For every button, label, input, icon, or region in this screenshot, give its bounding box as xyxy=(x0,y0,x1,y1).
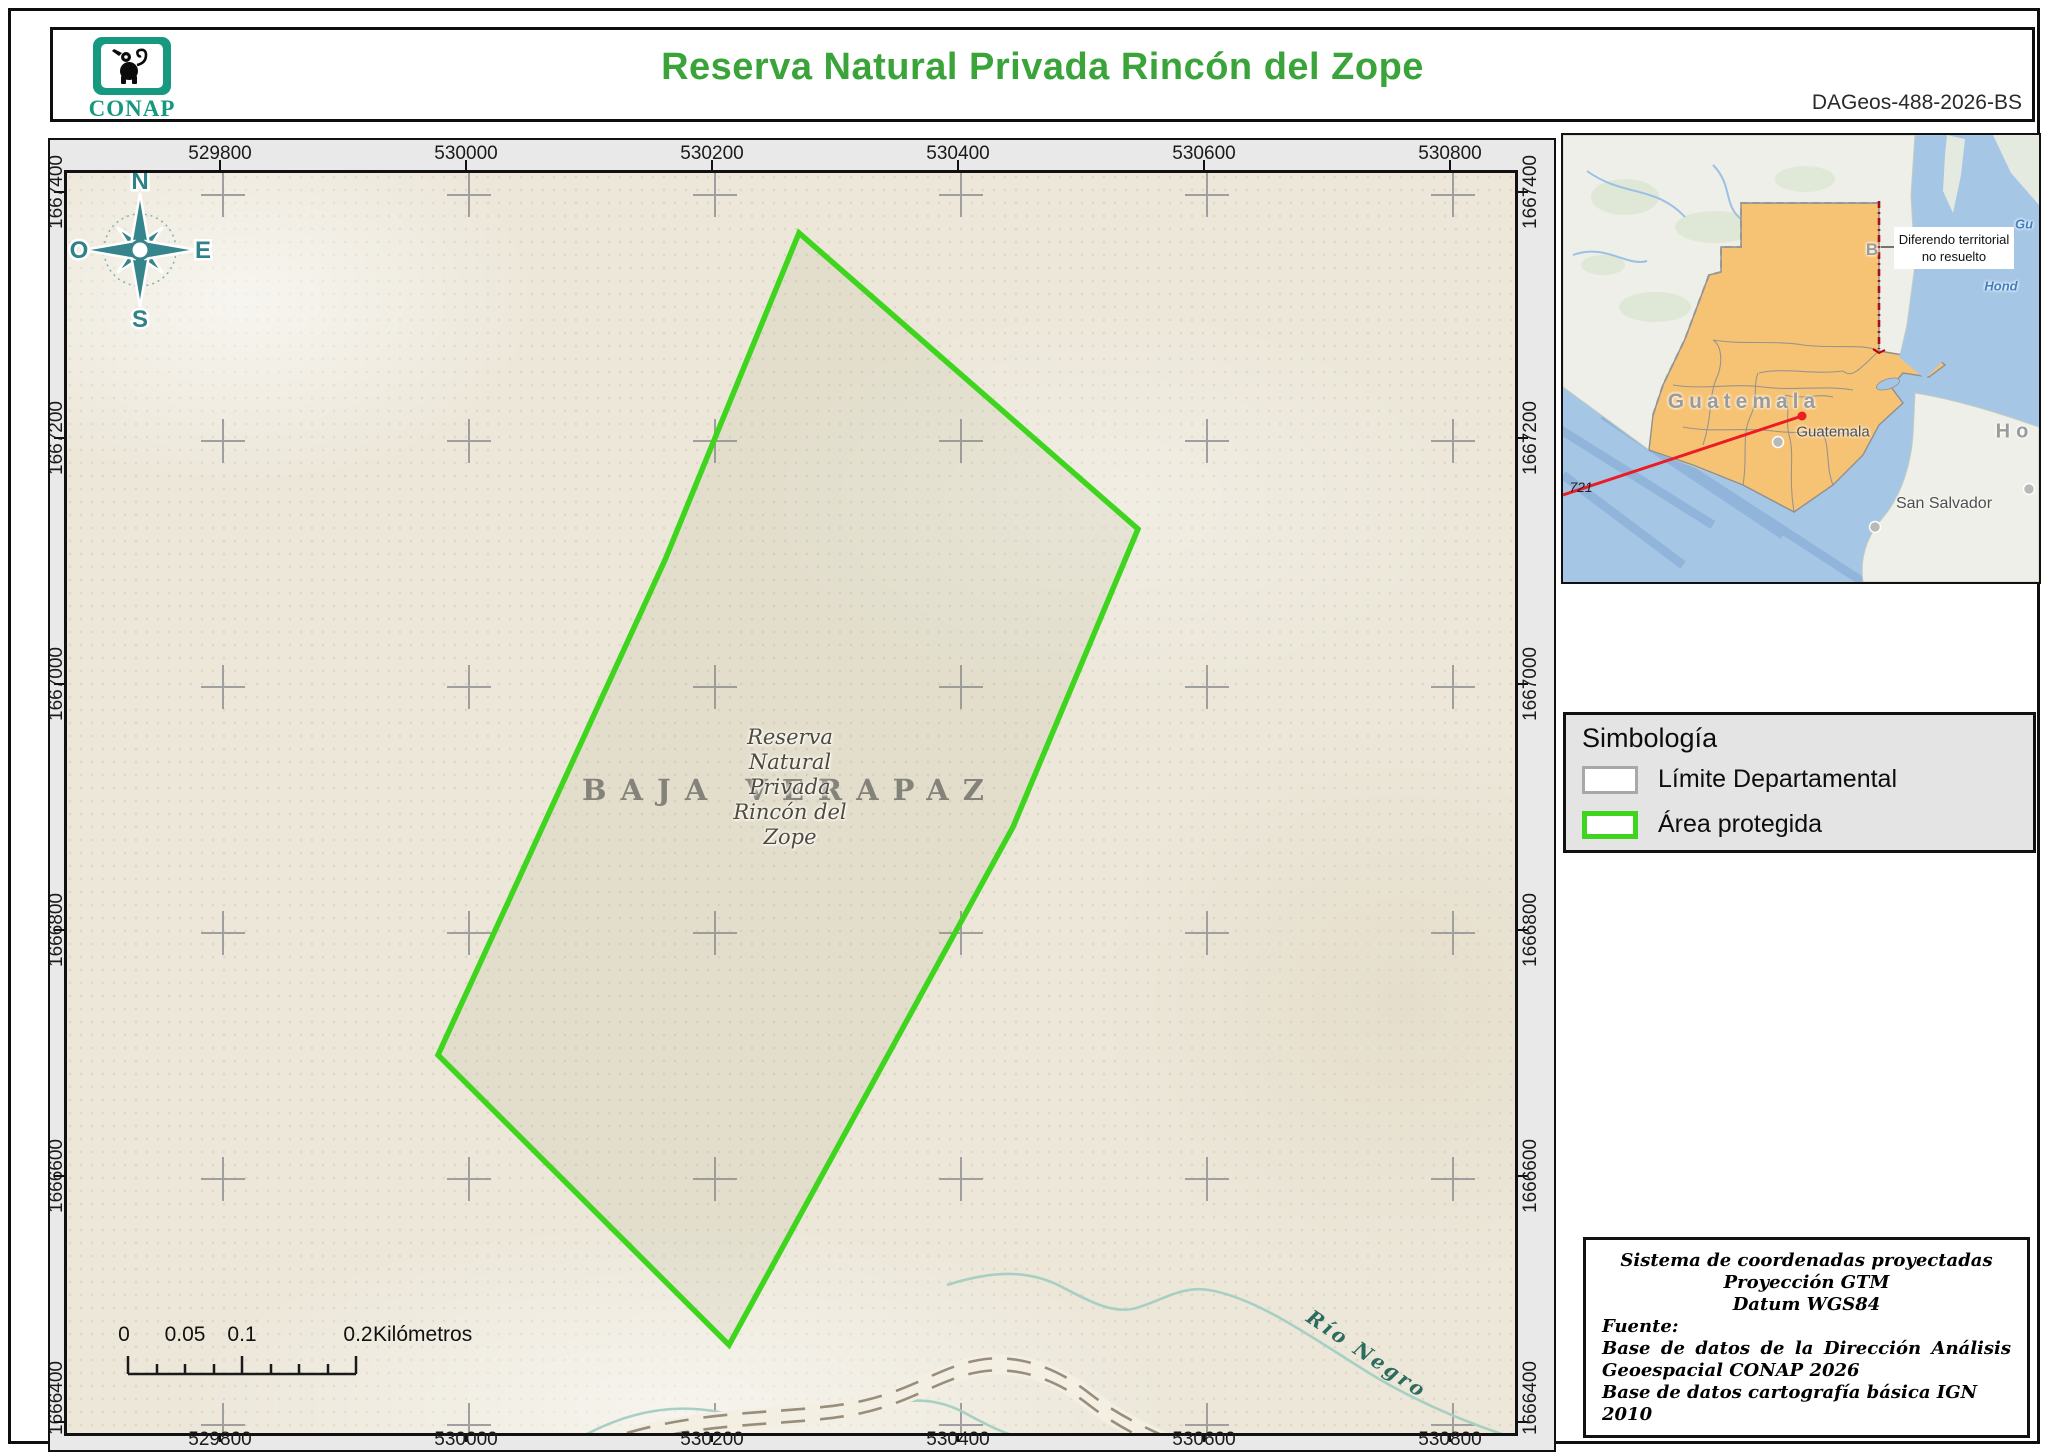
department-limit-swatch xyxy=(1582,766,1638,794)
legend: Simbología Límite Departamental Área pro… xyxy=(1563,712,2036,853)
inset-country-label: Guatemala xyxy=(1668,390,1820,414)
source-heading: Fuente: xyxy=(1602,1316,2011,1338)
source-line: Base de datos de la Dirección Análisis G… xyxy=(1602,1338,2011,1382)
axis-tick-label: 1666400 xyxy=(48,1350,68,1446)
area-label-line: Reserva xyxy=(733,725,846,750)
scalebar-label-02: 0.2 xyxy=(343,1323,372,1347)
compass-west-label: O xyxy=(70,237,89,264)
area-label-line: Privada xyxy=(733,775,846,800)
compass-north-label: N xyxy=(131,170,148,195)
compass-rose: N S O E xyxy=(67,170,237,347)
axis-tick-label: 1666400 xyxy=(1520,1350,1542,1446)
conap-logo-text: CONAP xyxy=(77,96,187,122)
legend-item-label: Área protegida xyxy=(1658,810,1822,839)
axis-tick-mark xyxy=(54,437,64,439)
legend-item-department-limit: Límite Departamental xyxy=(1582,765,1897,794)
legend-item-protected-area: Área protegida xyxy=(1582,810,1822,839)
axis-tick-mark xyxy=(1518,929,1528,931)
axis-tick-mark xyxy=(1449,1434,1451,1442)
axis-tick-mark xyxy=(1203,160,1205,170)
axis-tick-mark xyxy=(711,1434,713,1442)
axis-tick-mark xyxy=(54,683,64,685)
scalebar xyxy=(107,1353,427,1383)
axis-tick-mark xyxy=(54,1175,64,1177)
protected-area-name-label: Reserva Natural Privada Rincón del Zope xyxy=(733,725,846,850)
inset-sea-partial-label-2: Hond xyxy=(1984,279,2017,294)
axis-tick-mark xyxy=(219,160,221,170)
inset-capital-label: Guatemala xyxy=(1796,424,1869,441)
scalebar-label-0: 0 xyxy=(118,1323,130,1347)
legend-item-label: Límite Departamental xyxy=(1658,765,1897,794)
axis-tick-mark xyxy=(1449,160,1451,170)
axis-tick-mark xyxy=(711,160,713,170)
axis-tick-mark xyxy=(54,191,64,193)
scalebar-label-01: 0.1 xyxy=(227,1323,256,1347)
compass-south-label: S xyxy=(132,306,148,333)
map-document: CONAP Reserva Natural Privada Rincón del… xyxy=(0,0,2048,1452)
scalebar-unit-label: Kilómetros xyxy=(373,1323,472,1347)
inset-sea-partial-label-1: Gu xyxy=(2015,217,2033,232)
axis-tick-mark xyxy=(54,1421,64,1423)
axis-tick-mark xyxy=(1518,683,1528,685)
axis-tick-mark xyxy=(465,160,467,170)
inset-honduras-partial-label: Ho xyxy=(1996,421,2035,444)
crs-line: Datum WGS84 xyxy=(1602,1294,2011,1316)
axis-tick-mark xyxy=(1518,437,1528,439)
area-label-line: Rincón del xyxy=(733,800,846,825)
axis-tick-mark xyxy=(957,160,959,170)
document-code: DAGeos-488-2026-BS xyxy=(1812,91,2022,115)
source-line: Base de datos cartografía básica IGN 201… xyxy=(1602,1382,2011,1426)
legend-title: Simbología xyxy=(1582,723,1717,754)
area-label-line: Zope xyxy=(733,825,846,850)
axis-tick-mark xyxy=(1518,191,1528,193)
scalebar-label-005: 0.05 xyxy=(165,1323,206,1347)
header-bar: CONAP Reserva Natural Privada Rincón del… xyxy=(50,27,2035,122)
axis-tick-mark xyxy=(1203,1434,1205,1442)
inset-locator-map: Guatemala Guatemala San Salvador Ho B Gu… xyxy=(1561,133,2041,584)
credits-box: Sistema de coordenadas proyectadas Proye… xyxy=(1583,1237,2030,1438)
axis-tick-mark xyxy=(219,1434,221,1442)
crs-line: Proyección GTM xyxy=(1602,1272,2011,1294)
axis-tick-mark xyxy=(54,929,64,931)
area-label-line: Natural xyxy=(733,750,846,775)
compass-east-label: E xyxy=(195,237,211,264)
protected-area-swatch xyxy=(1582,811,1638,839)
page-title: Reserva Natural Privada Rincón del Zope xyxy=(53,46,2032,89)
river-bank-north xyxy=(947,1274,1515,1433)
axis-tick-mark xyxy=(957,1434,959,1442)
inset-art xyxy=(1563,135,2039,582)
crs-line: Sistema de coordenadas proyectadas xyxy=(1602,1250,2011,1272)
inset-belize-partial-label: B xyxy=(1866,240,1878,260)
axis-tick-mark xyxy=(1518,1421,1528,1423)
axis-tick-mark xyxy=(465,1434,467,1442)
inset-road-number-label: 721 xyxy=(1569,479,1592,495)
map-canvas: N S O E BAJA VERAPAZ Reserva Natural Pri… xyxy=(64,170,1518,1436)
axis-tick-mark xyxy=(1518,1175,1528,1177)
inset-san-salvador-label: San Salvador xyxy=(1896,495,1992,513)
map-frame: N S O E BAJA VERAPAZ Reserva Natural Pri… xyxy=(48,138,1556,1452)
territorial-dispute-note: Diferendo territorial no resuelto xyxy=(1894,227,2014,269)
